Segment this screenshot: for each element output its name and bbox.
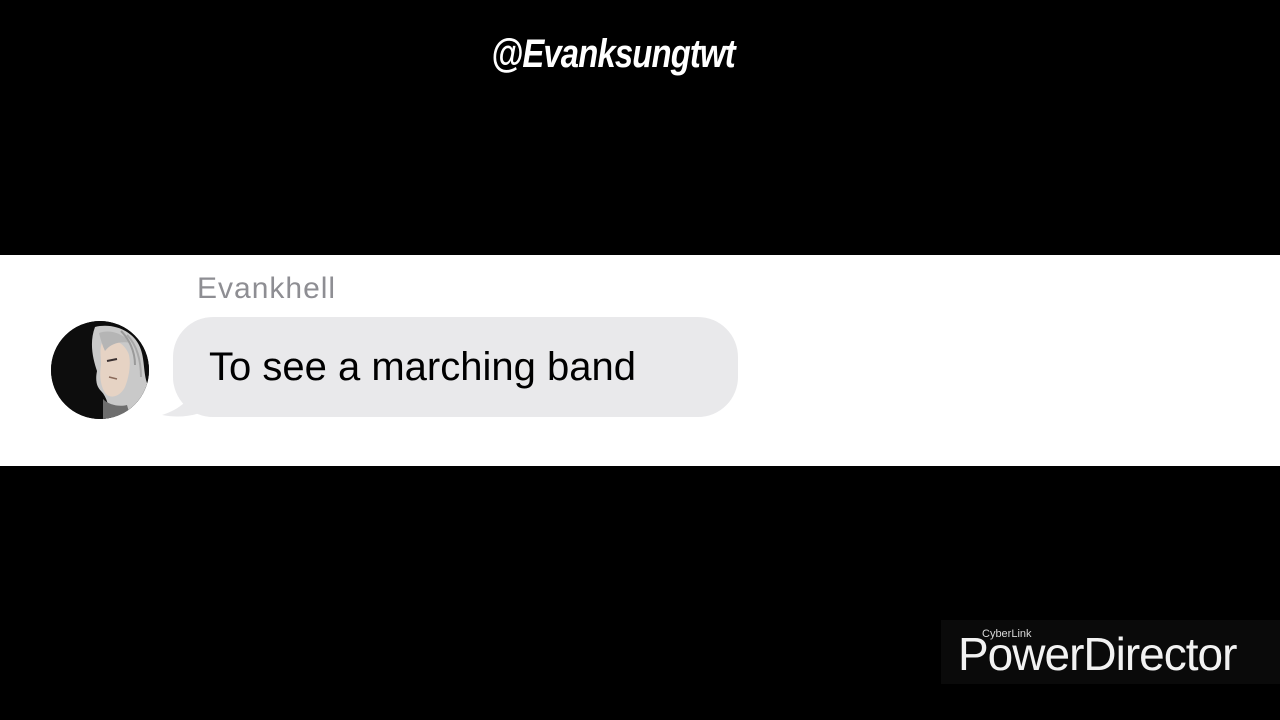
avatar[interactable]: [51, 321, 149, 419]
powerdirector-watermark: PowerDirector CyberLink: [941, 620, 1280, 684]
message-bubble[interactable]: To see a marching band: [160, 317, 750, 421]
creator-handle: @Evanksungtwt: [491, 32, 735, 76]
bubble-body: To see a marching band: [173, 317, 738, 417]
sender-name: Evankhell: [197, 272, 337, 305]
anime-portrait-avatar-image: [51, 321, 149, 419]
message-row: Evankhell To see a marching band: [0, 255, 1280, 466]
message-text: To see a marching band: [209, 345, 636, 389]
watermark-brand-name: CyberLink: [982, 628, 1032, 640]
